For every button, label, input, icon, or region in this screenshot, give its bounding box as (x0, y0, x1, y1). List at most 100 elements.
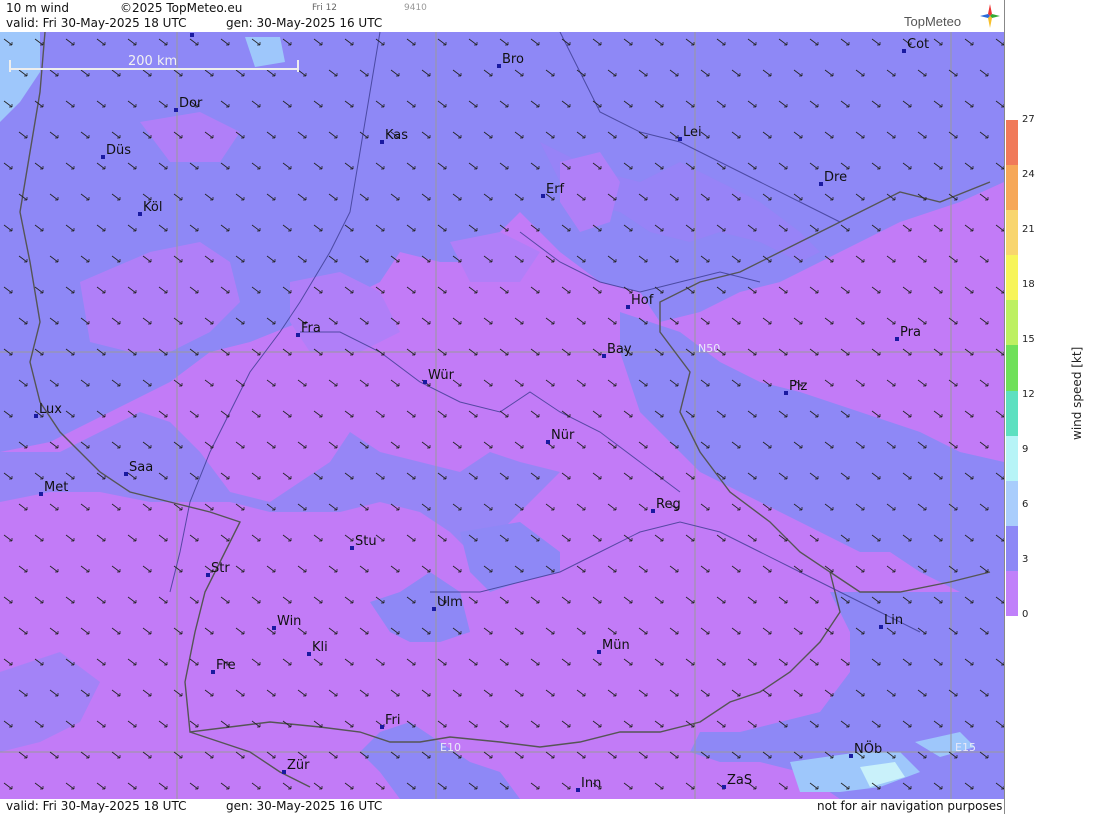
city-marker: ZaS (722, 773, 752, 789)
city-label: Lin (884, 613, 903, 628)
city-dot (34, 414, 38, 418)
colorbar-segment (1006, 525, 1018, 572)
city-label: Plz (789, 379, 807, 394)
colorbar-tick-label: 9 (1022, 444, 1029, 455)
colorbar-tick-label: 12 (1022, 389, 1035, 400)
city-label: Zür (287, 758, 310, 773)
colorbar-tick-label: 0 (1022, 609, 1029, 620)
city-dot (423, 380, 427, 384)
city-dot (272, 626, 276, 630)
city-dot (296, 333, 300, 337)
city-marker: Mün (597, 638, 630, 654)
city-dot (546, 440, 550, 444)
colorbar-segment (1006, 165, 1018, 211)
city-dot (497, 64, 501, 68)
city-marker: Dor (174, 96, 203, 112)
city-dot (211, 670, 215, 674)
colorbar-segment (1006, 345, 1018, 392)
generated-time: gen: 30-May-2025 16 UTC (226, 16, 383, 30)
city-dot (849, 754, 853, 758)
colorbar-segment (1006, 300, 1018, 346)
city-label: Fri (385, 713, 401, 728)
colorbar-segment (1006, 435, 1018, 482)
lon-label-e10: E10 (440, 741, 461, 754)
city-marker: Dre (819, 170, 847, 186)
colorbar-segment (1006, 570, 1018, 617)
city-marker: Ulm (432, 595, 463, 611)
city-dot (124, 472, 128, 476)
city-label: Kas (385, 128, 408, 143)
brand-name: TopMeteo (904, 14, 962, 29)
colorbar-tick-label: 27 (1022, 114, 1035, 125)
city-label: Erf (546, 182, 565, 197)
city-label: Köl (143, 200, 162, 215)
colorbar-tick-label: 3 (1022, 554, 1029, 565)
city-label: Inn (581, 776, 601, 791)
copyright: ©2025 TopMeteo.eu (120, 1, 243, 15)
footer-valid: valid: Fri 30-May-2025 18 UTC (6, 799, 187, 813)
colorbar-tick-label: 24 (1022, 169, 1035, 180)
city-label: Kli (312, 640, 328, 655)
city-marker: Lux (34, 402, 62, 418)
colorbar-segment (1006, 120, 1018, 166)
compass-icon (980, 4, 1000, 28)
city-marker: Wür (423, 368, 455, 384)
city-marker: Bro (497, 52, 524, 68)
colorbar-tick-label: 21 (1022, 224, 1035, 235)
city-marker: NÖb (849, 740, 882, 758)
city-dot (307, 652, 311, 656)
city-dot (350, 546, 354, 550)
colorbar-tick-label: 6 (1022, 499, 1029, 510)
city-dot (784, 391, 788, 395)
city-label: Cot (907, 37, 929, 52)
city-dot (879, 625, 883, 629)
city-marker: Reg (651, 497, 681, 513)
city-dot (678, 137, 682, 141)
city-label: Wür (428, 368, 455, 383)
lon-label-e15: E15 (955, 741, 976, 754)
city-dot (626, 305, 630, 309)
brand-logo[interactable]: TopMeteo (904, 14, 961, 29)
city-label: Mün (602, 638, 630, 653)
city-marker: Nür (546, 428, 575, 444)
city-label: Bay (607, 342, 632, 357)
city-label: NÖb (854, 740, 882, 757)
city-label: Stu (355, 534, 377, 549)
map-footer: valid: Fri 30-May-2025 18 UTC gen: 30-Ma… (0, 799, 1004, 814)
wind-map[interactable]: N50 E10 E15 200 km Mün Bro Cot Dor Kas Lei Düs… (0, 32, 1004, 799)
city-dot (206, 573, 210, 577)
city-dot (282, 770, 286, 774)
city-marker: Met (39, 480, 68, 496)
map-header: 10 m wind ©2025 TopMeteo.eu Fri 12 9410 … (0, 0, 1004, 33)
city-dot (174, 108, 178, 112)
city-label: Dre (824, 170, 847, 185)
city-label: Bro (502, 52, 524, 67)
city-dot (541, 194, 545, 198)
city-dot (576, 788, 580, 792)
colorbar-segment (1006, 480, 1018, 527)
city-dot (722, 785, 726, 789)
city-marker: Cot (902, 37, 929, 53)
footer-gen: gen: 30-May-2025 16 UTC (226, 799, 383, 813)
city-label: Saa (129, 460, 153, 475)
step-day: Fri 12 (312, 3, 338, 13)
city-label: Pra (900, 325, 921, 340)
city-dot (902, 49, 906, 53)
step-code: 9410 (404, 3, 427, 13)
city-label: Win (277, 614, 301, 629)
city-marker: Zür (282, 758, 310, 774)
city-dot (190, 33, 194, 37)
city-marker: Bay (602, 342, 632, 358)
colorbar-segment (1006, 255, 1018, 301)
scale-bar-label: 200 km (128, 54, 177, 69)
city-label: Fre (216, 658, 236, 673)
legend-title: wind speed [kt] (1070, 346, 1084, 440)
city-marker: Win (272, 614, 301, 630)
city-dot (432, 607, 436, 611)
colorbar-segment (1006, 210, 1018, 256)
valid-time: valid: Fri 30-May-2025 18 UTC (6, 16, 187, 30)
city-dot (380, 725, 384, 729)
city-label: Dor (179, 96, 203, 111)
city-label: Str (211, 561, 230, 576)
city-label: Nür (551, 428, 575, 443)
